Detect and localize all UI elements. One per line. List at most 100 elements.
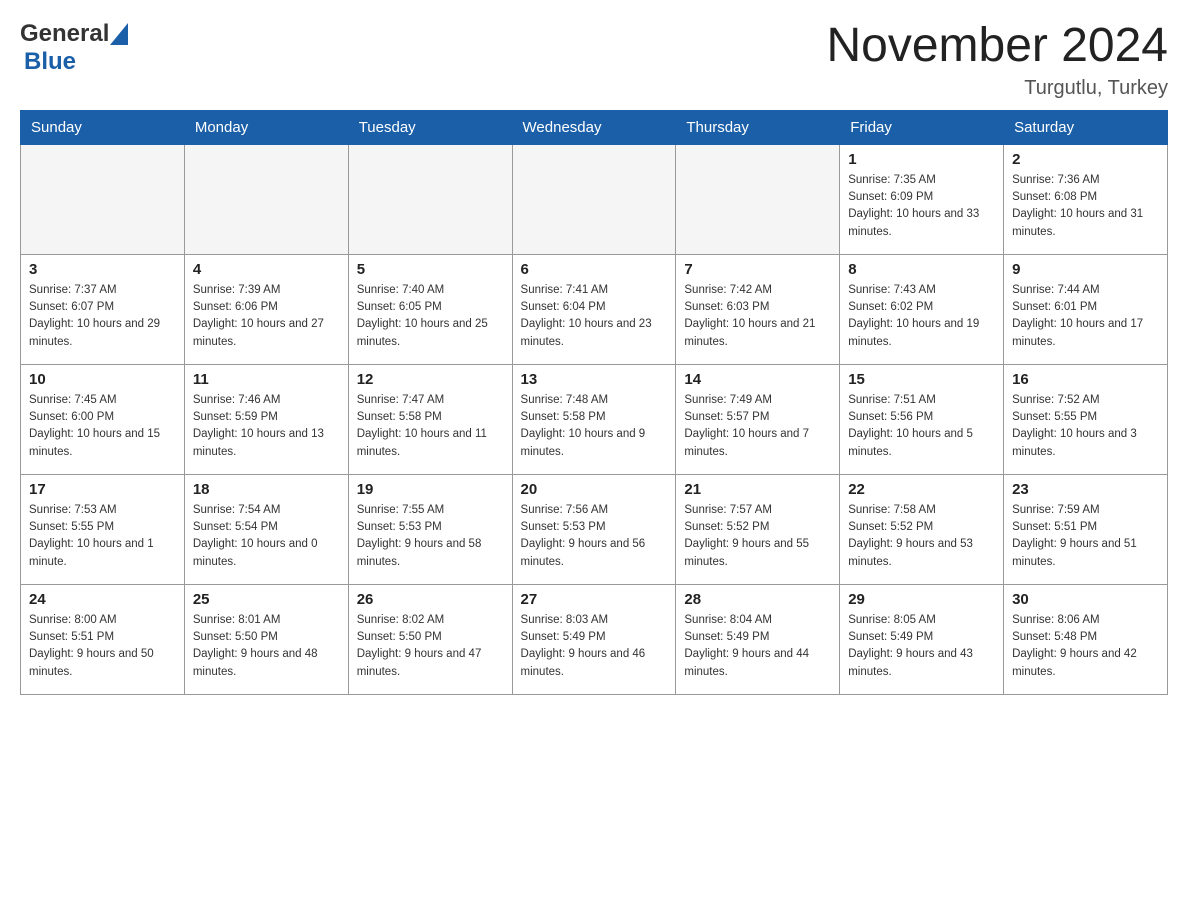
day-number: 26 (357, 591, 504, 608)
calendar-week-4: 24 Sunrise: 8:00 AMSunset: 5:51 PMDayligh… (21, 584, 1168, 694)
day-info: Sunrise: 7:41 AMSunset: 6:04 PMDaylight:… (521, 282, 668, 351)
calendar-cell: 18Sunrise: 7:54 AMSunset: 5:54 PMDayligh… (184, 474, 348, 584)
calendar-cell (21, 144, 185, 254)
weekday-header-saturday: Saturday (1004, 110, 1168, 144)
weekday-header-friday: Friday (840, 110, 1004, 144)
day-info: Sunrise: 7:39 AMSunset: 6:06 PMDaylight:… (193, 282, 340, 351)
day-number: 16 (1012, 371, 1159, 388)
day-info: Sunrise: 7:35 AMSunset: 6:09 PMDaylight:… (848, 172, 995, 241)
day-number: 29 (848, 591, 995, 608)
day-number: 11 (193, 371, 340, 388)
weekday-header-wednesday: Wednesday (512, 110, 676, 144)
day-info: Sunrise: 7:47 AMSunset: 5:58 PMDaylight:… (357, 392, 504, 461)
day-info: Sunrise: 8:06 AMSunset: 5:48 PMDaylight:… (1012, 612, 1159, 681)
weekday-header-monday: Monday (184, 110, 348, 144)
logo: General Blue (20, 20, 128, 76)
calendar-cell: 27 Sunrise: 8:03 AMSunset: 5:49 PMDayligh… (512, 584, 676, 694)
calendar-cell: 24 Sunrise: 8:00 AMSunset: 5:51 PMDayligh… (21, 584, 185, 694)
day-number: 19 (357, 481, 504, 498)
day-number: 27 (521, 591, 668, 608)
day-number: 21 (684, 481, 831, 498)
day-info: Sunrise: 8:00 AMSunset: 5:51 PMDaylight:… (29, 612, 176, 681)
day-info: Sunrise: 7:53 AMSunset: 5:55 PMDaylight:… (29, 502, 176, 571)
calendar-cell: 19 Sunrise: 7:55 AMSunset: 5:53 PMDayligh… (348, 474, 512, 584)
day-number: 6 (521, 261, 668, 278)
day-info: Sunrise: 7:55 AMSunset: 5:53 PMDaylight:… (357, 502, 504, 571)
weekday-header-thursday: Thursday (676, 110, 840, 144)
calendar-cell: 28 Sunrise: 8:04 AMSunset: 5:49 PMDayligh… (676, 584, 840, 694)
day-number: 15 (848, 371, 995, 388)
day-info: Sunrise: 7:48 AMSunset: 5:58 PMDaylight:… (521, 392, 668, 461)
calendar-cell (512, 144, 676, 254)
day-info: Sunrise: 7:43 AMSunset: 6:02 PMDaylight:… (848, 282, 995, 351)
logo-triangle-icon (110, 23, 128, 45)
calendar-table: SundayMondayTuesdayWednesdayThursdayFrid… (20, 110, 1168, 695)
calendar-cell (184, 144, 348, 254)
day-info: Sunrise: 7:36 AMSunset: 6:08 PMDaylight:… (1012, 172, 1159, 241)
calendar-cell: 7Sunrise: 7:42 AMSunset: 6:03 PMDaylight… (676, 254, 840, 364)
day-info: Sunrise: 7:49 AMSunset: 5:57 PMDaylight:… (684, 392, 831, 461)
calendar-cell: 11 Sunrise: 7:46 AMSunset: 5:59 PMDayligh… (184, 364, 348, 474)
day-number: 7 (684, 261, 831, 278)
day-number: 20 (521, 481, 668, 498)
day-info: Sunrise: 7:56 AMSunset: 5:53 PMDaylight:… (521, 502, 668, 571)
calendar-cell: 22 Sunrise: 7:58 AMSunset: 5:52 PMDayligh… (840, 474, 1004, 584)
calendar-cell: 14Sunrise: 7:49 AMSunset: 5:57 PMDayligh… (676, 364, 840, 474)
day-number: 5 (357, 261, 504, 278)
calendar-cell: 1Sunrise: 7:35 AMSunset: 6:09 PMDaylight… (840, 144, 1004, 254)
day-number: 12 (357, 371, 504, 388)
day-info: Sunrise: 8:02 AMSunset: 5:50 PMDaylight:… (357, 612, 504, 681)
calendar-week-0: 1Sunrise: 7:35 AMSunset: 6:09 PMDaylight… (21, 144, 1168, 254)
weekday-header-sunday: Sunday (21, 110, 185, 144)
calendar-cell: 23 Sunrise: 7:59 AMSunset: 5:51 PMDayligh… (1004, 474, 1168, 584)
day-info: Sunrise: 7:51 AMSunset: 5:56 PMDaylight:… (848, 392, 995, 461)
weekday-header-tuesday: Tuesday (348, 110, 512, 144)
calendar-week-3: 17 Sunrise: 7:53 AMSunset: 5:55 PMDayligh… (21, 474, 1168, 584)
day-number: 10 (29, 371, 176, 388)
calendar-cell: 17 Sunrise: 7:53 AMSunset: 5:55 PMDayligh… (21, 474, 185, 584)
day-info: Sunrise: 7:45 AMSunset: 6:00 PMDaylight:… (29, 392, 176, 461)
day-number: 24 (29, 591, 176, 608)
day-number: 2 (1012, 151, 1159, 168)
day-number: 25 (193, 591, 340, 608)
calendar-header-row: SundayMondayTuesdayWednesdayThursdayFrid… (21, 110, 1168, 144)
day-number: 3 (29, 261, 176, 278)
day-number: 28 (684, 591, 831, 608)
day-info: Sunrise: 7:46 AMSunset: 5:59 PMDaylight:… (193, 392, 340, 461)
calendar-cell: 15 Sunrise: 7:51 AMSunset: 5:56 PMDayligh… (840, 364, 1004, 474)
month-title: November 2024 (826, 20, 1168, 73)
day-number: 9 (1012, 261, 1159, 278)
day-number: 17 (29, 481, 176, 498)
day-info: Sunrise: 8:01 AMSunset: 5:50 PMDaylight:… (193, 612, 340, 681)
calendar-cell: 30 Sunrise: 8:06 AMSunset: 5:48 PMDayligh… (1004, 584, 1168, 694)
day-info: Sunrise: 8:04 AMSunset: 5:49 PMDaylight:… (684, 612, 831, 681)
calendar-cell (676, 144, 840, 254)
day-number: 22 (848, 481, 995, 498)
day-number: 4 (193, 261, 340, 278)
day-info: Sunrise: 7:44 AMSunset: 6:01 PMDaylight:… (1012, 282, 1159, 351)
day-info: Sunrise: 7:58 AMSunset: 5:52 PMDaylight:… (848, 502, 995, 571)
day-info: Sunrise: 7:54 AMSunset: 5:54 PMDaylight:… (193, 502, 340, 571)
calendar-cell: 13Sunrise: 7:48 AMSunset: 5:58 PMDayligh… (512, 364, 676, 474)
calendar-week-1: 3Sunrise: 7:37 AMSunset: 6:07 PMDaylight… (21, 254, 1168, 364)
day-number: 30 (1012, 591, 1159, 608)
title-section: November 2024 Turgutlu, Turkey (826, 20, 1168, 100)
day-number: 23 (1012, 481, 1159, 498)
day-info: Sunrise: 8:05 AMSunset: 5:49 PMDaylight:… (848, 612, 995, 681)
calendar-cell (348, 144, 512, 254)
logo-general-text: General (20, 20, 109, 48)
page-header: General Blue November 2024 Turgutlu, Tur… (20, 20, 1168, 100)
day-info: Sunrise: 8:03 AMSunset: 5:49 PMDaylight:… (521, 612, 668, 681)
logo-blue-text: Blue (24, 48, 76, 75)
location-title: Turgutlu, Turkey (826, 77, 1168, 100)
day-info: Sunrise: 7:59 AMSunset: 5:51 PMDaylight:… (1012, 502, 1159, 571)
day-info: Sunrise: 7:40 AMSunset: 6:05 PMDaylight:… (357, 282, 504, 351)
calendar-cell: 5 Sunrise: 7:40 AMSunset: 6:05 PMDaylight… (348, 254, 512, 364)
calendar-cell: 25 Sunrise: 8:01 AMSunset: 5:50 PMDayligh… (184, 584, 348, 694)
calendar-cell: 6 Sunrise: 7:41 AMSunset: 6:04 PMDaylight… (512, 254, 676, 364)
calendar-cell: 21Sunrise: 7:57 AMSunset: 5:52 PMDayligh… (676, 474, 840, 584)
calendar-cell: 9 Sunrise: 7:44 AMSunset: 6:01 PMDaylight… (1004, 254, 1168, 364)
calendar-cell: 2 Sunrise: 7:36 AMSunset: 6:08 PMDaylight… (1004, 144, 1168, 254)
calendar-cell: 20 Sunrise: 7:56 AMSunset: 5:53 PMDayligh… (512, 474, 676, 584)
calendar-cell: 29 Sunrise: 8:05 AMSunset: 5:49 PMDayligh… (840, 584, 1004, 694)
